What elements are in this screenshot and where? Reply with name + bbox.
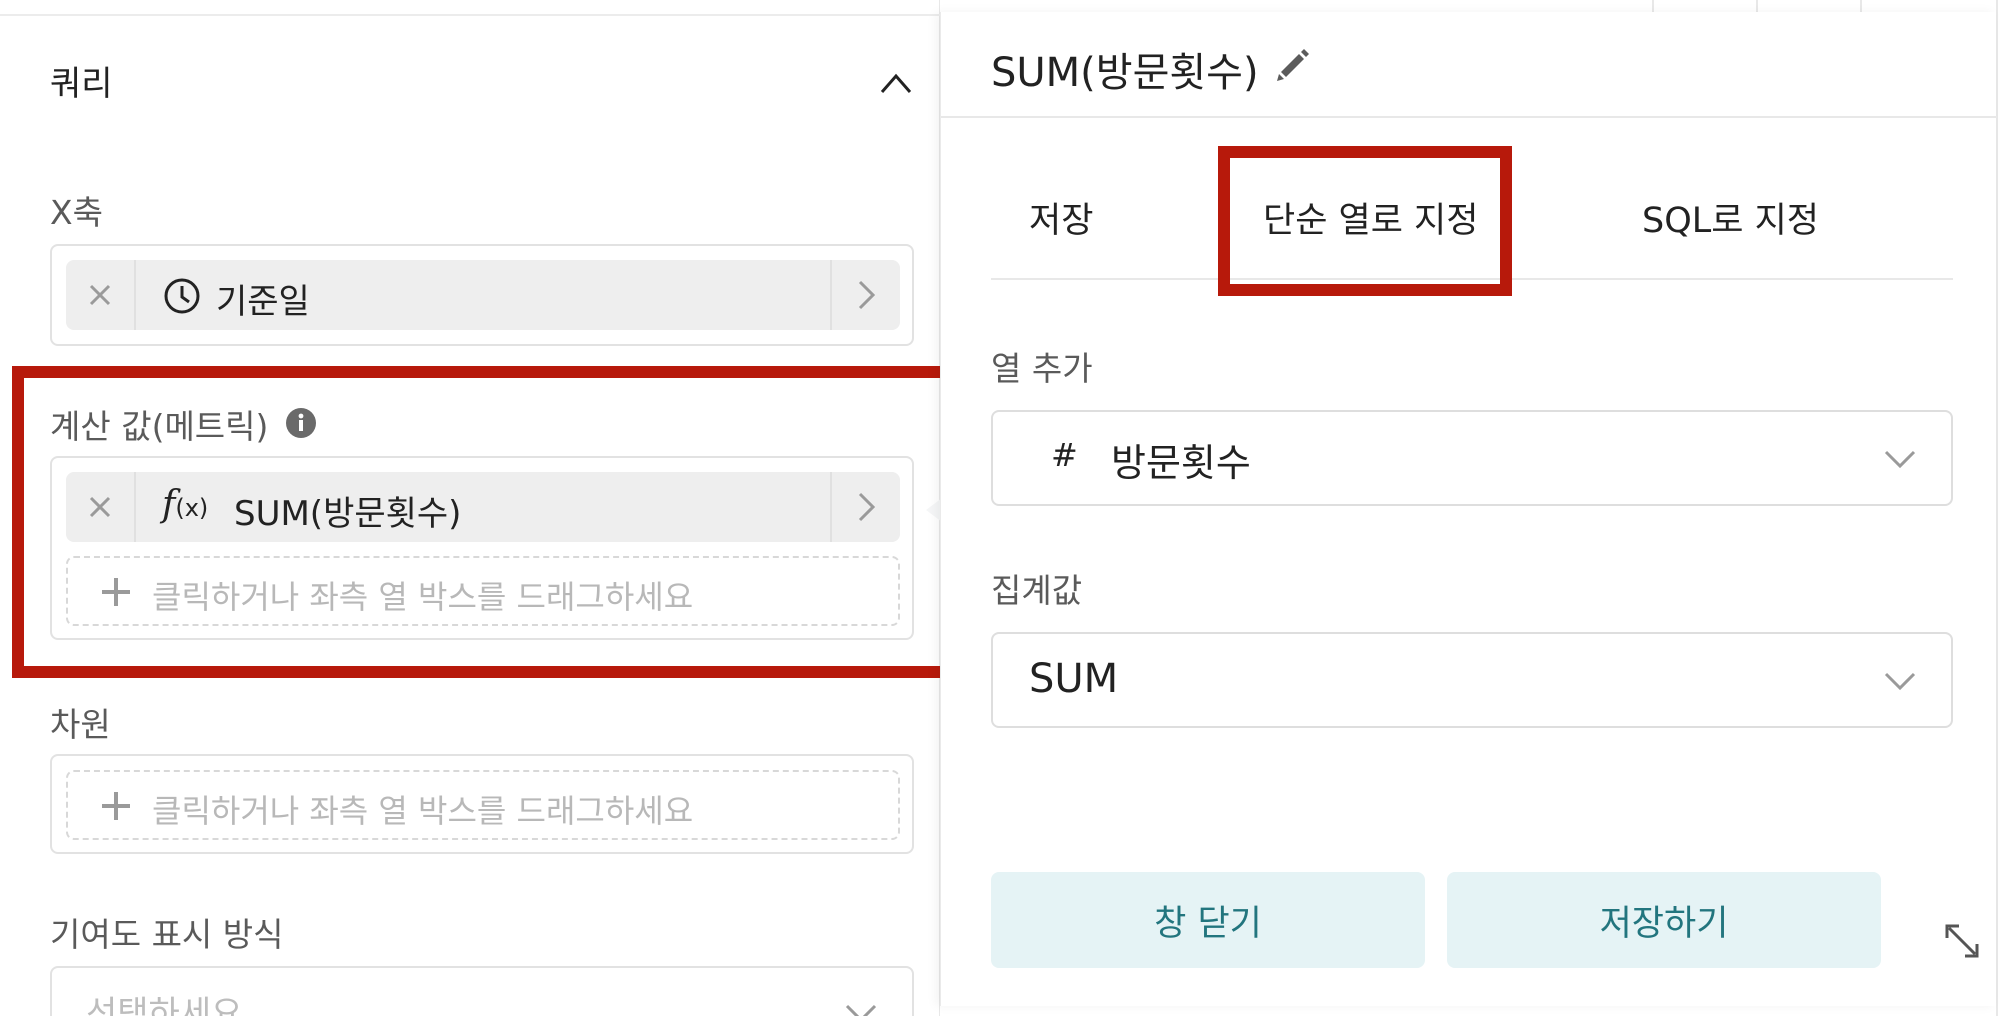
x-axis-label: X축 [50,193,103,232]
x-axis-settings-button[interactable] [830,260,900,330]
query-section-title: 쿼리 [50,64,113,104]
column-select[interactable]: # 방문횟수 [991,410,1953,506]
chevron-right-icon [858,280,876,310]
background-grid-line [1756,0,1758,12]
chevron-down-icon [1884,450,1916,469]
dimension-label: 차원 [50,705,111,744]
contribution-placeholder: 선택하세요 [86,994,243,1016]
save-button[interactable]: 저장하기 [1447,872,1881,968]
pencil-icon[interactable] [1273,44,1313,84]
dimension-drop-zone[interactable]: 클릭하거나 좌측 열 박스를 드래그하세요 [66,770,900,840]
metric-editor-popover: SUM(방문횟수) 저장 단순 열로 지정 SQL로 지정 열 추가 # 방문횟… [940,12,1997,1006]
divider [0,14,940,16]
x-axis-chip-label: 기준일 [216,282,310,322]
query-panel: 쿼리 X축 기준일 계산 값(메트릭) f(x) SUM(방문횟수) 클릭하거나… [0,0,954,1016]
aggregate-select-value: SUM [1029,656,1119,702]
contribution-select[interactable]: 선택하세요 [50,966,914,1016]
contribution-label: 기여도 표시 방식 [50,915,284,954]
metric-highlight-annotation [12,366,954,678]
aggregate-label: 집계값 [991,571,1083,610]
background-grid-line [1996,0,1998,1016]
close-window-button[interactable]: 창 닫기 [991,872,1425,968]
background-grid-line [1860,0,1862,12]
x-axis-field: 기준일 [50,244,914,346]
popover-header: SUM(방문횟수) [941,12,1997,118]
chevron-down-icon [845,1004,877,1016]
background-grid-line [1652,0,1654,12]
remove-x-axis-button[interactable] [66,260,136,330]
x-axis-chip[interactable]: 기준일 [66,260,900,330]
expand-icon[interactable] [1941,920,1983,962]
metric-editor-title: SUM(방문횟수) [991,50,1259,96]
chevron-up-icon[interactable] [878,68,914,98]
clock-icon [164,278,200,314]
dimension-field: 클릭하거나 좌측 열 박스를 드래그하세요 [50,754,914,854]
plus-icon [102,792,130,820]
column-add-label: 열 추가 [991,349,1093,388]
dimension-drop-text: 클릭하거나 좌측 열 박스를 드래그하세요 [152,792,694,830]
aggregate-select[interactable]: SUM [991,632,1953,728]
number-type-icon: # [1051,436,1078,474]
tab-save[interactable]: 저장 [1029,192,1093,243]
tab-highlight-annotation [1218,146,1512,296]
tab-sql[interactable]: SQL로 지정 [1642,192,1819,243]
close-icon [89,284,111,306]
column-select-value: 방문횟수 [1111,441,1251,485]
chevron-down-icon [1884,672,1916,691]
